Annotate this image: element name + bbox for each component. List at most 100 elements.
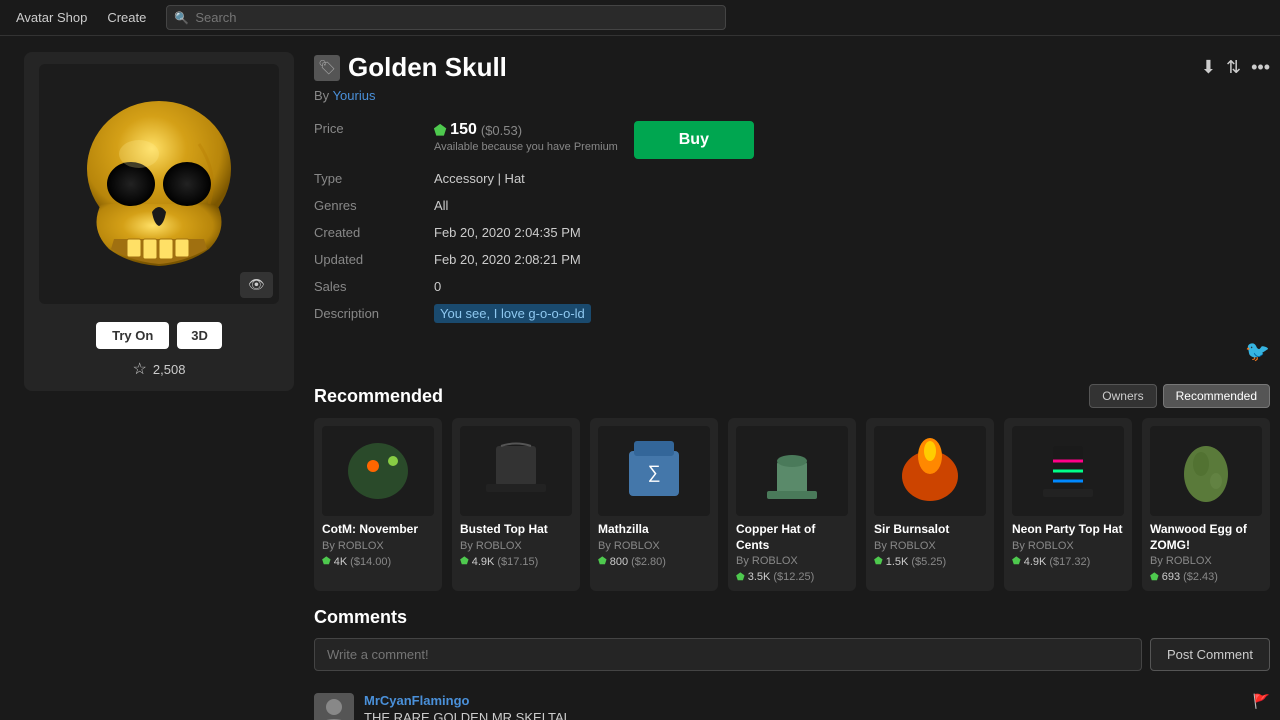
updated-row: Updated Feb 20, 2020 2:08:21 PM	[314, 246, 1270, 273]
item-creator: By ROBLOX	[874, 540, 986, 552]
item-card[interactable]: Neon Party Top Hat By ROBLOX ⬟ 4.9K ($17…	[1004, 418, 1132, 591]
item-name: CotM: November	[322, 522, 434, 538]
item-card[interactable]: Sir Burnsalot By ROBLOX ⬟ 1.5K ($5.25)	[866, 418, 994, 591]
item-price-usd: ($2.43)	[1183, 571, 1218, 583]
item-price-amount: 4K	[334, 556, 347, 568]
download-btn[interactable]: ⬇	[1201, 57, 1216, 78]
comments-section: Comments Post Comment MrCyanFlamingo THE…	[314, 607, 1270, 720]
price-amount: 150	[450, 121, 477, 139]
item-price-amount: 4.9K	[472, 556, 495, 568]
price-row: Price ⬟ 150 ($0.53) Available because yo…	[314, 115, 1270, 165]
item-price: ⬟ 1.5K ($5.25)	[874, 556, 986, 568]
comment-username[interactable]: MrCyanFlamingo	[364, 693, 1243, 708]
svg-text:∑: ∑	[648, 462, 661, 482]
skull-image	[59, 84, 259, 284]
by-label: By	[314, 88, 333, 103]
item-price-amount: 800	[610, 556, 628, 568]
try-on-button[interactable]: Try On	[96, 322, 169, 349]
description-label: Description	[314, 300, 434, 327]
item-price: ⬟ 4.9K ($17.32)	[1012, 556, 1124, 568]
item-name: Mathzilla	[598, 522, 710, 538]
item-price-usd: ($12.25)	[773, 571, 814, 583]
comment-avatar	[314, 693, 354, 720]
item-price: ⬟ 3.5K ($12.25)	[736, 571, 848, 583]
price-value-cell: ⬟ 150 ($0.53) Available because you have…	[434, 115, 1270, 165]
item-name: Sir Burnsalot	[874, 522, 986, 538]
search-wrapper: 🔍	[166, 5, 726, 30]
info-table: Price ⬟ 150 ($0.53) Available because yo…	[314, 115, 1270, 327]
price-usd: ($0.53)	[481, 123, 522, 138]
item-thumbnail: ∑	[598, 426, 710, 516]
item-card[interactable]: CotM: November By ROBLOX ⬟ 4K ($14.00)	[314, 418, 442, 591]
item-thumbnail	[1012, 426, 1124, 516]
search-input[interactable]	[166, 5, 726, 30]
owners-filter-btn[interactable]: Owners	[1089, 384, 1156, 408]
more-options-btn[interactable]: •••	[1251, 57, 1270, 78]
share-btn[interactable]: ⇅	[1226, 57, 1241, 78]
genres-value: All	[434, 192, 1270, 219]
item-thumbnail	[736, 426, 848, 516]
genres-row: Genres All	[314, 192, 1270, 219]
favorites-count: 2,508	[153, 362, 186, 377]
author-link[interactable]: Yourius	[333, 88, 376, 103]
item-price-usd: ($14.00)	[350, 556, 391, 568]
type-value: Accessory | Hat	[434, 165, 1270, 192]
robux-icon-small: ⬟	[874, 556, 883, 567]
robux-icon-small: ⬟	[1150, 572, 1159, 583]
robux-icon-small: ⬟	[322, 556, 331, 567]
item-creator: By ROBLOX	[460, 540, 572, 552]
item-price: ⬟ 693 ($2.43)	[1150, 571, 1262, 583]
item-thumbnail	[322, 426, 434, 516]
post-comment-btn[interactable]: Post Comment	[1150, 638, 1270, 671]
item-title: Golden Skull	[348, 52, 507, 83]
favorites-row: ☆ 2,508	[133, 359, 186, 379]
item-card[interactable]: Busted Top Hat By ROBLOX ⬟ 4.9K ($17.15)	[452, 418, 580, 591]
item-controls: Try On 3D	[96, 322, 222, 349]
item-creator: By ROBLOX	[322, 540, 434, 552]
item-price: ⬟ 4K ($14.00)	[322, 556, 434, 568]
item-panel: 👁 Try On 3D ☆ 2,508	[24, 52, 294, 391]
create-nav[interactable]: Create	[107, 10, 146, 25]
description-text: You see, I love g-o-o-o-ld	[434, 304, 591, 323]
recommended-section: Recommended Owners Recommended CotM: Nov…	[314, 384, 1270, 591]
avatar-shop-nav[interactable]: Avatar Shop	[16, 10, 87, 25]
sales-label: Sales	[314, 273, 434, 300]
item-card[interactable]: Copper Hat of Cents By ROBLOX ⬟ 3.5K ($1…	[728, 418, 856, 591]
item-image-area	[39, 64, 279, 304]
comment-body: MrCyanFlamingo THE RARE GOLDEN MR SKELTA…	[364, 693, 1243, 720]
created-value: Feb 20, 2020 2:04:35 PM	[434, 219, 1270, 246]
item-badge-icon: 🏷	[314, 55, 340, 81]
updated-value: Feb 20, 2020 2:08:21 PM	[434, 246, 1270, 273]
created-label: Created	[314, 219, 434, 246]
item-name: Copper Hat of Cents	[736, 522, 848, 553]
recommended-filter-btn[interactable]: Recommended	[1163, 384, 1270, 408]
star-icon: ☆	[133, 359, 147, 379]
comments-list: MrCyanFlamingo THE RARE GOLDEN MR SKELTA…	[314, 685, 1270, 720]
flag-btn[interactable]: 🚩	[1253, 693, 1270, 710]
item-creator: By ROBLOX	[1150, 555, 1262, 567]
created-row: Created Feb 20, 2020 2:04:35 PM	[314, 219, 1270, 246]
3d-button[interactable]: 3D	[177, 322, 222, 349]
comment-text: THE RARE GOLDEN MR SKELTAL	[364, 710, 1243, 720]
sales-row: Sales 0	[314, 273, 1270, 300]
view-toggle-btn[interactable]: 👁	[240, 272, 273, 298]
comment-input[interactable]	[314, 638, 1142, 671]
buy-button[interactable]: Buy	[634, 121, 754, 159]
comments-title: Comments	[314, 607, 1270, 628]
item-price-usd: ($2.80)	[631, 556, 666, 568]
robux-icon-small: ⬟	[598, 556, 607, 567]
item-card[interactable]: Wanwood Egg of ZOMG! By ROBLOX ⬟ 693 ($2…	[1142, 418, 1270, 591]
comment-item: MrCyanFlamingo THE RARE GOLDEN MR SKELTA…	[314, 685, 1270, 720]
item-creator: By ROBLOX	[736, 555, 848, 567]
genres-label: Genres	[314, 192, 434, 219]
item-card[interactable]: ∑ Mathzilla By ROBLOX ⬟ 800 ($2.80)	[590, 418, 718, 591]
twitter-share-btn[interactable]: 🐦	[1245, 339, 1270, 364]
item-name: Neon Party Top Hat	[1012, 522, 1124, 538]
item-price: ⬟ 800 ($2.80)	[598, 556, 710, 568]
premium-note: Available because you have Premium	[434, 141, 618, 153]
item-price: ⬟ 4.9K ($17.15)	[460, 556, 572, 568]
item-price-amount: 3.5K	[748, 571, 771, 583]
recommended-title: Recommended	[314, 386, 443, 407]
item-price-usd: ($17.15)	[497, 556, 538, 568]
description-value: You see, I love g-o-o-o-ld	[434, 300, 1270, 327]
